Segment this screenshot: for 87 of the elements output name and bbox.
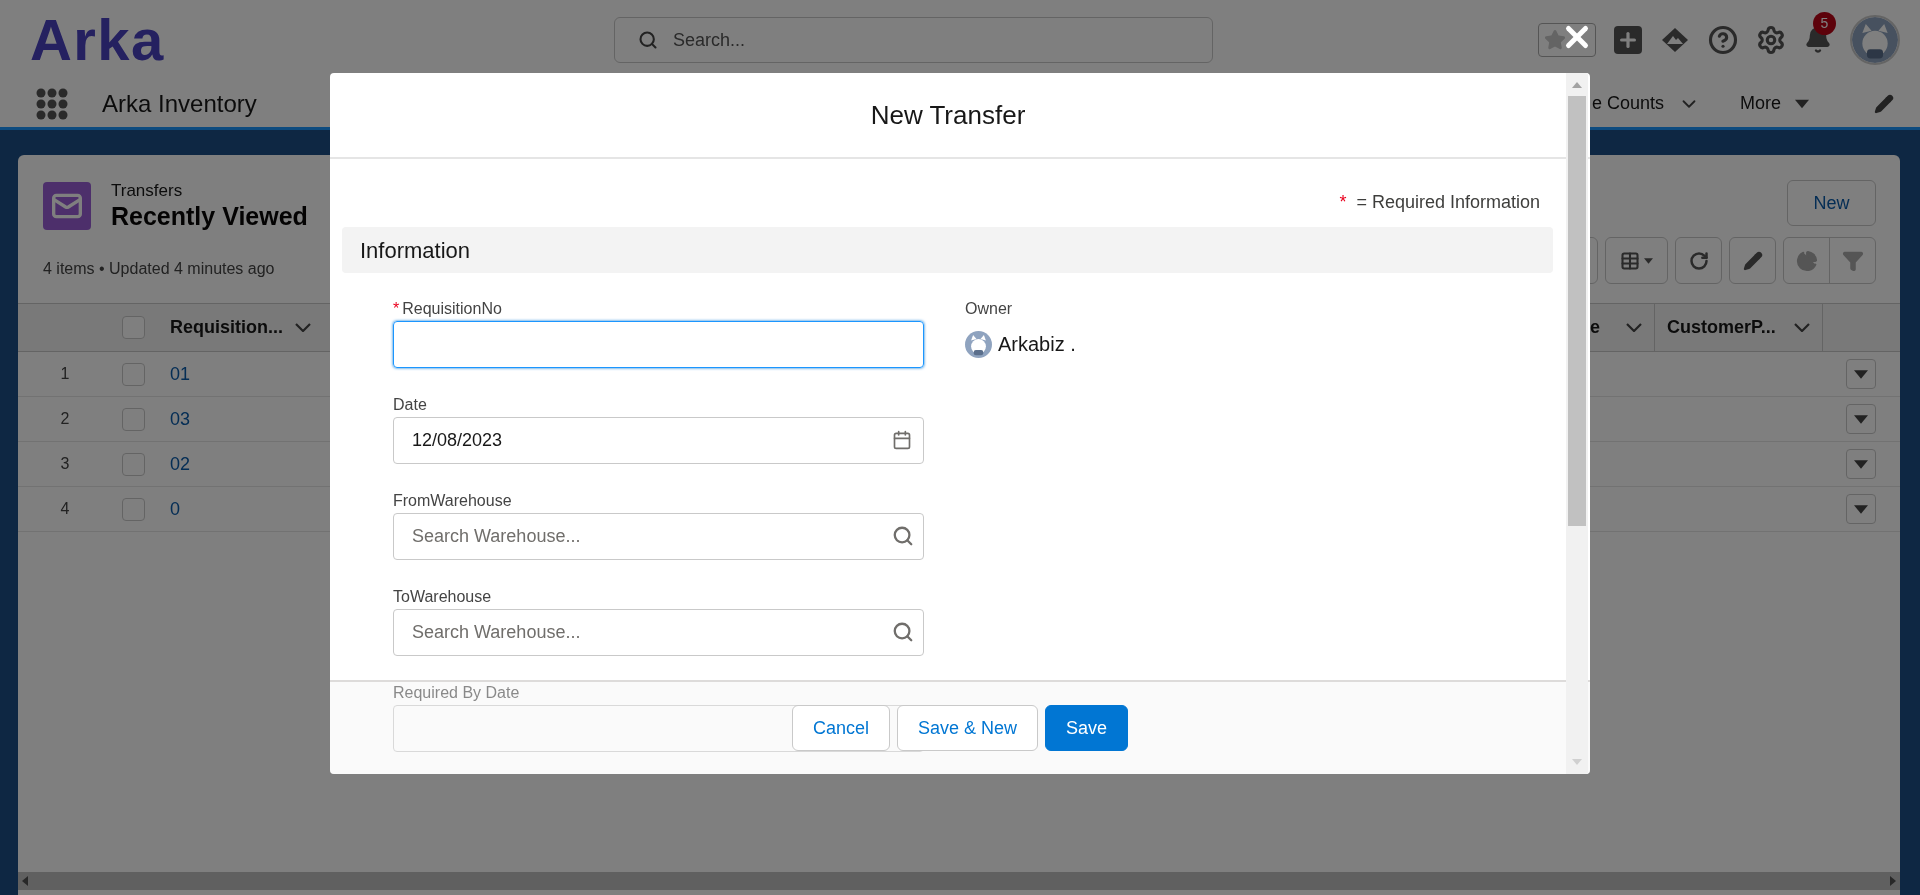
row-number: 1 xyxy=(59,364,71,384)
date-field[interactable]: 12/08/2023 xyxy=(393,417,924,464)
record-link[interactable]: 02 xyxy=(170,450,191,478)
horizontal-scrollbar[interactable] xyxy=(18,872,1900,890)
row-number: 2 xyxy=(59,409,71,429)
user-avatar[interactable] xyxy=(1850,15,1900,65)
plus-icon xyxy=(1617,29,1639,51)
row-checkbox[interactable] xyxy=(122,362,145,386)
filter-icon xyxy=(1841,249,1864,272)
chevron-icon xyxy=(295,323,311,332)
chevron-icon xyxy=(1794,323,1810,332)
refresh-icon xyxy=(1688,250,1709,271)
row-actions-button[interactable] xyxy=(1846,494,1876,524)
text-input[interactable] xyxy=(393,321,924,368)
lookup-field[interactable]: Search Warehouse... xyxy=(393,609,924,656)
owner-avatar-icon xyxy=(965,330,992,358)
row-checkbox[interactable] xyxy=(122,452,145,476)
pie-chart-icon xyxy=(1795,249,1818,272)
record-link[interactable]: 03 xyxy=(170,405,191,433)
lookup-field[interactable]: Search Warehouse... xyxy=(393,513,924,560)
add-button[interactable] xyxy=(1614,26,1642,54)
row-number: 4 xyxy=(59,499,71,519)
edit-button[interactable] xyxy=(1729,237,1776,284)
notification-badge: 5 xyxy=(1813,12,1836,35)
field-label: ToWarehouse xyxy=(393,587,492,607)
caret-icon xyxy=(1854,369,1868,379)
more-menu[interactable]: More xyxy=(1740,90,1810,117)
left-arrow-icon[interactable] xyxy=(22,876,28,886)
row-number: 3 xyxy=(59,454,71,474)
logo[interactable]: Arka xyxy=(30,11,165,69)
required-mark: * xyxy=(393,299,400,319)
nav-tab[interactable]: e Counts xyxy=(1592,90,1701,117)
section-header[interactable]: Information xyxy=(342,227,1553,273)
pencil-icon xyxy=(1742,250,1763,271)
help-icon[interactable] xyxy=(1708,25,1738,55)
calendar-icon[interactable] xyxy=(892,430,912,450)
field-label: RequisitionNo xyxy=(402,299,502,319)
mountain-icon[interactable] xyxy=(1660,25,1690,55)
field-label: Date xyxy=(393,395,427,415)
vertical-scrollbar[interactable] xyxy=(1566,73,1588,774)
required-mark: * xyxy=(1339,191,1347,214)
new-button[interactable]: New xyxy=(1787,180,1876,226)
column-header[interactable]: Requisition... xyxy=(170,314,283,341)
table-settings-button[interactable] xyxy=(1605,237,1668,284)
row-checkbox[interactable] xyxy=(122,407,145,431)
favorites-button[interactable] xyxy=(1538,23,1596,57)
edit-icon[interactable] xyxy=(1874,93,1894,114)
record-link[interactable]: 01 xyxy=(170,360,191,388)
object-label: Transfers xyxy=(111,180,184,202)
search-icon xyxy=(638,30,658,50)
list-meta: 4 items • Updated 4 minutes ago xyxy=(43,258,276,279)
field-label: Required By Date xyxy=(393,683,520,703)
row-actions-button[interactable] xyxy=(1846,359,1876,389)
required-note: = Required Information xyxy=(1356,191,1540,214)
search-icon xyxy=(892,525,914,547)
row-actions-button[interactable] xyxy=(1846,449,1876,479)
search-field[interactable]: Search... xyxy=(614,17,1213,63)
search-icon xyxy=(892,621,914,643)
caret-icon xyxy=(1644,257,1653,264)
caret-icon xyxy=(1854,504,1868,514)
list-view-title[interactable]: Recently Viewed xyxy=(111,201,308,233)
settings-icon[interactable] xyxy=(1756,25,1786,55)
caret-icon xyxy=(1854,459,1868,469)
caret-icon xyxy=(1854,414,1868,424)
save-button[interactable]: Save xyxy=(1045,705,1129,751)
row-actions-button[interactable] xyxy=(1846,404,1876,434)
select-all-checkbox[interactable] xyxy=(122,316,145,339)
star-icon xyxy=(1544,29,1566,51)
avatar-icon xyxy=(1852,17,1898,63)
owner-name[interactable]: Arkabiz . xyxy=(998,329,1076,359)
right-arrow-icon[interactable] xyxy=(1890,876,1896,886)
field-label: Owner xyxy=(965,299,1014,319)
modal-title: New Transfer xyxy=(870,98,1026,132)
caret-icon xyxy=(1795,98,1810,109)
column-header[interactable]: e xyxy=(1590,314,1600,341)
app-name: Arka Inventory xyxy=(102,88,257,119)
chevron-icon xyxy=(1626,323,1642,332)
record-link[interactable]: 0 xyxy=(170,495,180,523)
footer-button[interactable]: Cancel xyxy=(791,705,890,751)
app-launcher-icon[interactable] xyxy=(36,87,68,120)
table-icon xyxy=(1620,250,1640,271)
refresh-button[interactable] xyxy=(1675,237,1722,284)
up-arrow-icon[interactable] xyxy=(1572,82,1582,88)
row-checkbox[interactable] xyxy=(122,497,145,521)
footer-button[interactable]: Save & New xyxy=(896,705,1038,751)
column-header[interactable]: CustomerP... xyxy=(1667,314,1776,341)
field-label: FromWarehouse xyxy=(393,491,512,511)
